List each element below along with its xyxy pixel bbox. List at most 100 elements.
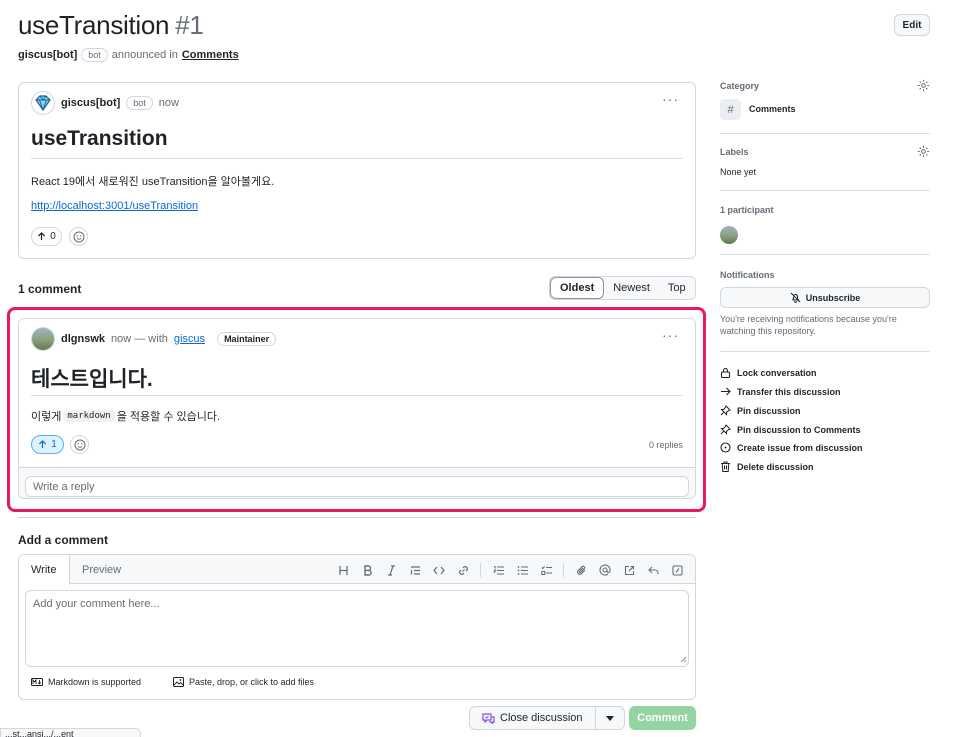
bell-slash-icon	[790, 292, 801, 303]
slash-icon[interactable]	[665, 562, 689, 578]
markdown-note[interactable]: Markdown is supported	[31, 677, 141, 687]
unsubscribe-button[interactable]: Unsubscribe	[720, 287, 930, 308]
reply-icon[interactable]	[641, 562, 665, 578]
reference-icon[interactable]	[617, 562, 641, 578]
create-issue-action[interactable]: Create issue from discussion	[720, 442, 863, 453]
section-divider	[18, 517, 696, 518]
ordered-list-icon[interactable]	[486, 562, 510, 578]
comment-editor: Write Preview Add your comment here... M…	[18, 554, 696, 700]
category-value[interactable]: Comments	[749, 104, 796, 114]
sidebar-divider	[720, 133, 930, 134]
issue-icon	[720, 442, 731, 453]
category-label: Category	[720, 81, 760, 91]
file-upload-note[interactable]: Paste, drop, or click to add files	[173, 677, 314, 687]
chevron-down-icon	[605, 715, 614, 721]
mention-icon[interactable]	[593, 562, 617, 578]
comment-author[interactable]: dlgnswk	[61, 333, 105, 345]
replies-count: 0 replies	[648, 440, 683, 450]
markdown-note-text: Markdown is supported	[48, 677, 142, 687]
post-header: giscus[bot] bot now	[31, 91, 179, 115]
link-icon[interactable]	[451, 562, 475, 578]
bot-badge: bot	[126, 96, 153, 110]
lock-icon	[720, 367, 731, 378]
arrow-up-icon	[39, 440, 47, 449]
sort-top[interactable]: Top	[659, 277, 695, 299]
add-reaction-button[interactable]	[69, 227, 88, 246]
heading-icon[interactable]	[331, 562, 355, 578]
notifications-label: Notifications	[720, 270, 775, 280]
labels-value: None yet	[720, 167, 757, 177]
unordered-list-icon[interactable]	[510, 562, 534, 578]
post-heading: useTransition	[31, 127, 168, 150]
smiley-icon	[73, 231, 84, 242]
category-link[interactable]: Comments	[182, 49, 239, 61]
editor-toolbar	[331, 562, 689, 578]
toolbar-separator	[563, 563, 564, 577]
pin-to-category-action[interactable]: Pin discussion to Comments	[720, 424, 861, 435]
transfer-discussion-action[interactable]: Transfer this discussion	[720, 386, 841, 397]
code-icon[interactable]	[427, 562, 451, 578]
italic-icon[interactable]	[379, 562, 403, 578]
action-label: Delete discussion	[737, 461, 814, 472]
sidebar-divider	[720, 254, 930, 255]
attach-icon[interactable]	[569, 562, 593, 578]
gear-icon[interactable]	[917, 79, 930, 92]
reply-input[interactable]: Write a reply	[25, 476, 689, 497]
arrow-right-icon	[721, 387, 731, 396]
close-discussion-button[interactable]: Close discussion	[470, 707, 596, 729]
participant-avatar[interactable]	[720, 226, 738, 244]
lock-conversation-action[interactable]: Lock conversation	[720, 367, 817, 378]
giscus-avatar[interactable]	[31, 91, 55, 115]
inline-code: markdown	[63, 410, 115, 422]
toolbar-separator	[480, 563, 481, 577]
sort-oldest[interactable]: Oldest	[550, 277, 605, 299]
discussion-title: useTransition #1	[18, 10, 204, 41]
heading-divider	[31, 395, 683, 396]
close-discussion-group: Close discussion	[469, 706, 625, 730]
notification-reason: You're receiving notifications because y…	[720, 314, 897, 336]
tab-write[interactable]: Write	[19, 555, 70, 585]
giscus-link[interactable]: giscus	[174, 333, 205, 345]
participants-label: 1 participant	[720, 205, 774, 215]
comment-button[interactable]: Comment	[629, 706, 696, 730]
post-menu-icon[interactable]: ···	[662, 91, 679, 107]
user-avatar[interactable]	[31, 327, 55, 351]
edit-button[interactable]: Edit	[894, 14, 930, 36]
comment-textarea[interactable]: Add your comment here...	[25, 590, 689, 667]
comment-card: dlgnswk now — with giscus Maintainer ···…	[18, 318, 696, 499]
delete-discussion-action[interactable]: Delete discussion	[720, 461, 814, 472]
comment-menu-icon[interactable]: ···	[662, 327, 679, 343]
arrow-up-icon	[38, 232, 46, 241]
heading-divider	[31, 158, 683, 159]
post-time[interactable]: now	[159, 97, 179, 109]
quote-icon[interactable]	[403, 562, 427, 578]
announced-text: announced in	[111, 49, 178, 61]
upvote-button[interactable]: 1	[31, 435, 64, 454]
task-list-icon[interactable]	[534, 562, 558, 578]
text-after: 을 적용할 수 있습니다.	[116, 411, 221, 423]
bold-icon[interactable]	[355, 562, 379, 578]
reply-area: Write a reply	[19, 467, 695, 498]
comment-body-text: 이렇게 markdown 을 적용할 수 있습니다.	[31, 408, 220, 424]
add-reaction-button[interactable]	[70, 435, 89, 454]
sort-newest[interactable]: Newest	[604, 277, 659, 299]
resize-handle-icon[interactable]	[679, 655, 687, 663]
status-bar-url: ...st...ansi.../...ent	[0, 728, 141, 737]
comment-heading: 테스트입니다.	[31, 368, 153, 391]
upvote-count: 0	[50, 231, 56, 242]
text-before: 이렇게	[31, 411, 62, 423]
tab-preview[interactable]: Preview	[70, 555, 133, 584]
action-label: Pin discussion	[737, 405, 801, 416]
close-discussion-label: Close discussion	[500, 712, 583, 724]
discussion-author[interactable]: giscus[bot]	[18, 49, 77, 61]
discussion-number: #1	[175, 10, 204, 40]
upvote-button[interactable]: 0	[31, 227, 62, 246]
post-link[interactable]: http://localhost:3001/useTransition	[31, 200, 198, 212]
gear-icon[interactable]	[917, 145, 930, 158]
post-author[interactable]: giscus[bot]	[61, 97, 120, 109]
pin-discussion-action[interactable]: Pin discussion	[720, 405, 801, 416]
pin-icon	[720, 405, 731, 416]
sort-selector: Oldest Newest Top	[549, 276, 696, 300]
close-options-dropdown[interactable]	[596, 707, 624, 729]
discussion-closed-icon	[482, 712, 495, 724]
